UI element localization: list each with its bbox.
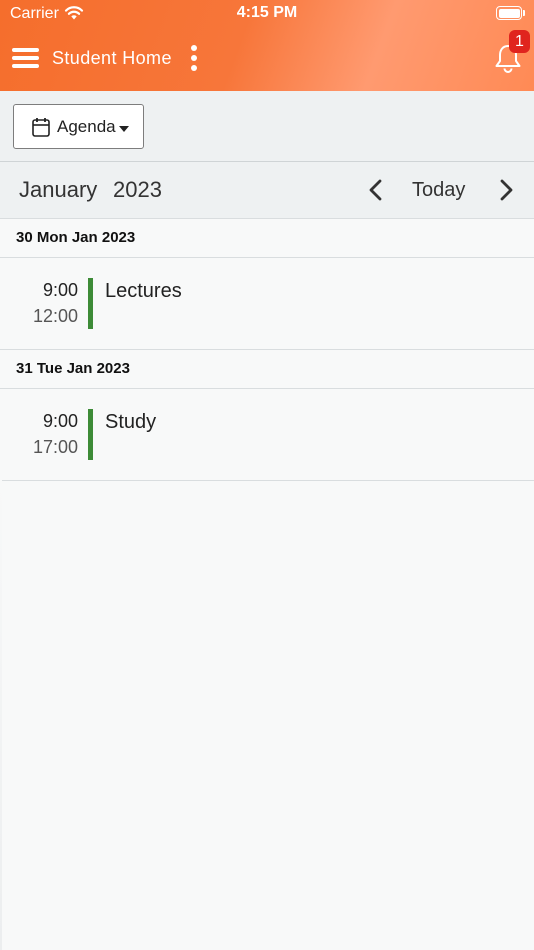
caret-down-icon: [119, 126, 129, 132]
app-header: Carrier 4:15 PM Student Home 1: [0, 0, 534, 91]
day-header: 30 Mon Jan 2023: [0, 219, 534, 258]
more-vertical-icon[interactable]: [188, 45, 200, 71]
view-selector-label: Agenda: [57, 117, 116, 136]
status-time: 4:15 PM: [236, 4, 298, 21]
page-title: Student Home: [52, 48, 172, 68]
event-end-time: 12:00: [32, 306, 78, 326]
toolbar: Agenda: [0, 91, 534, 162]
event-title: Study: [105, 411, 157, 433]
event-start-time: 9:00: [42, 411, 78, 431]
notification-badge: 1: [509, 30, 530, 53]
agenda-list: 30 Mon Jan 2023 9:00 12:00 Lectures 31 T…: [0, 219, 534, 481]
calendar-nav: January 2023 Today: [0, 162, 534, 219]
status-bar: Carrier 4:15 PM: [0, 0, 534, 28]
month-label: January: [19, 177, 98, 202]
day-header-label: 31 Tue Jan 2023: [16, 360, 130, 377]
event-item[interactable]: 9:00 17:00 Study: [0, 389, 534, 481]
day-header-label: 30 Mon Jan 2023: [16, 229, 136, 246]
calendar-icon: [32, 118, 50, 137]
battery-tip: [523, 10, 525, 16]
event-item[interactable]: 9:00 12:00 Lectures: [0, 258, 534, 350]
today-button[interactable]: Today: [412, 179, 465, 202]
chevron-left-icon[interactable]: [366, 176, 386, 204]
day-header: 31 Tue Jan 2023: [0, 350, 534, 389]
event-end-time: 17:00: [32, 437, 78, 457]
page-edge: [0, 480, 2, 950]
year-label: 2023: [113, 177, 162, 202]
battery-icon: [496, 6, 522, 20]
chevron-right-icon[interactable]: [496, 176, 516, 204]
event-title: Lectures: [105, 280, 182, 302]
view-selector-button[interactable]: Agenda: [13, 104, 144, 149]
event-start-time: 9:00: [42, 280, 78, 300]
event-color-bar: [88, 409, 93, 460]
event-color-bar: [88, 278, 93, 329]
hamburger-menu-icon[interactable]: [12, 46, 40, 70]
